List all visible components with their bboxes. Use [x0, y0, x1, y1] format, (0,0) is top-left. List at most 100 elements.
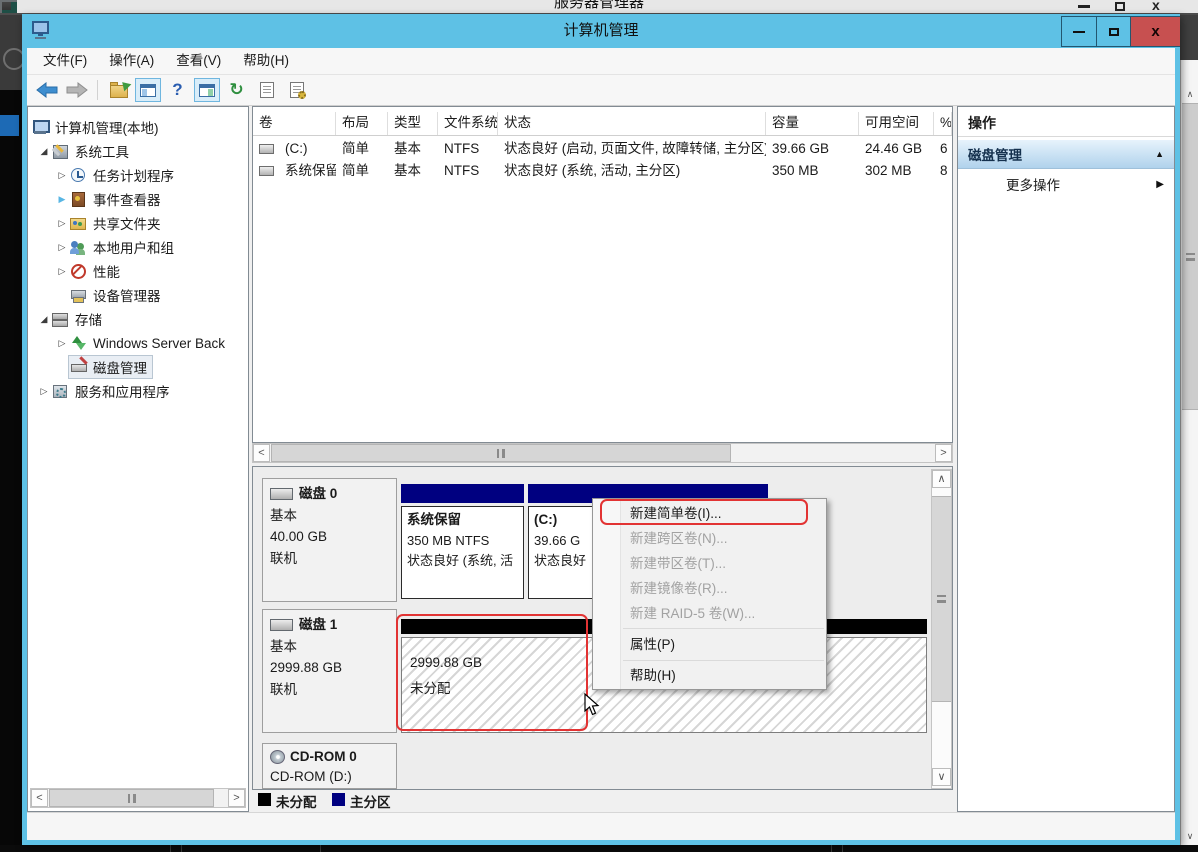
tree-item-shared-folders[interactable]: 共享文件夹: [28, 211, 247, 235]
disk1-size: 2999.88 GB: [270, 657, 396, 679]
expand-arrow-icon[interactable]: [54, 266, 70, 277]
menu-view[interactable]: 查看(V): [165, 48, 232, 74]
scroll-up-icon[interactable]: ∧: [932, 470, 951, 488]
volume-list-horizontal-scrollbar[interactable]: < >: [252, 443, 953, 463]
show-console-tree-icon[interactable]: [135, 78, 161, 102]
partition-system-reserved[interactable]: 系统保留 350 MB NTFS 状态良好 (系统, 活: [401, 506, 524, 599]
column-capacity[interactable]: 容量: [766, 112, 859, 135]
hard-disk-icon: [270, 488, 293, 500]
expand-arrow-icon[interactable]: [36, 386, 52, 397]
background-vertical-scrollbar[interactable]: ∧ ∨: [1180, 60, 1198, 845]
tree-item-disk-management[interactable]: 磁盘管理: [28, 355, 247, 379]
tree-item-system-tools[interactable]: 系统工具: [28, 139, 247, 163]
close-button[interactable]: x: [1130, 17, 1180, 46]
background-window-titlebar: 服务器管理器 x: [0, 0, 1198, 13]
column-percent[interactable]: %: [934, 112, 952, 135]
back-arrow-icon[interactable]: [33, 78, 60, 103]
scroll-down-icon[interactable]: ∨: [932, 768, 951, 786]
collapse-arrow-icon[interactable]: [36, 314, 52, 325]
expand-arrow-icon[interactable]: [54, 242, 70, 253]
scroll-left-icon[interactable]: <: [253, 444, 270, 462]
menu-item-new-striped-volume: 新建带区卷(T)...: [593, 551, 826, 576]
desktop: 服务器管理器 x ∧ ∨ 计算机管理 x: [0, 0, 1198, 852]
background-left-edge: [0, 15, 22, 90]
scrollbar-thumb[interactable]: [932, 496, 951, 702]
tree-item-windows-server-backup[interactable]: Windows Server Back: [28, 331, 247, 355]
properties-icon[interactable]: [253, 78, 280, 103]
export-list-icon[interactable]: [283, 78, 310, 103]
disk0-info[interactable]: 磁盘 0 基本 40.00 GB 联机: [262, 478, 397, 602]
cdrom-info[interactable]: CD-ROM 0 CD-ROM (D:): [262, 743, 397, 789]
menu-item-new-simple-volume[interactable]: 新建简单卷(I)...: [593, 501, 826, 526]
minimize-button[interactable]: [1062, 17, 1096, 46]
scroll-down-icon[interactable]: ∨: [1182, 826, 1198, 846]
menu-help[interactable]: 帮助(H): [232, 48, 300, 74]
menu-item-help[interactable]: 帮助(H): [593, 663, 826, 688]
expand-arrow-icon[interactable]: [54, 170, 70, 181]
background-close-button[interactable]: x: [1152, 0, 1160, 13]
tree-item-services-applications[interactable]: 服务和应用程序: [28, 379, 247, 403]
actions-section-disk-management[interactable]: 磁盘管理 ▲: [958, 140, 1174, 169]
disk0-size: 40.00 GB: [270, 526, 396, 548]
collapse-caret-icon[interactable]: ▲: [1155, 149, 1164, 159]
background-restore-button[interactable]: [1115, 2, 1125, 11]
column-free-space[interactable]: 可用空间: [859, 112, 934, 135]
background-minimize-button[interactable]: [1078, 5, 1090, 8]
tree-horizontal-scrollbar[interactable]: < >: [30, 788, 246, 808]
taskbar-edge: [0, 845, 1198, 852]
up-folder-icon[interactable]: [105, 78, 132, 103]
menu-item-new-mirrored-volume: 新建镜像卷(R)...: [593, 576, 826, 601]
toolbar: ? ↻: [27, 75, 1175, 106]
background-nav-selection: [0, 115, 19, 136]
column-status[interactable]: 状态: [498, 112, 766, 135]
expand-arrow-icon[interactable]: [54, 338, 70, 349]
tree-item-event-viewer[interactable]: 事件查看器: [28, 187, 247, 211]
unallocated-swatch: [258, 793, 271, 806]
tree-item-device-manager[interactable]: 设备管理器: [28, 283, 247, 307]
tree-item-performance[interactable]: 性能: [28, 259, 247, 283]
volume-icon: [259, 144, 274, 154]
cdrom-drive-letter: CD-ROM (D:): [270, 767, 396, 787]
tree-item-task-scheduler[interactable]: 任务计划程序: [28, 163, 247, 187]
disk-graph-vertical-scrollbar[interactable]: ∧ ∨: [931, 469, 952, 789]
volume-row-system-reserved[interactable]: 系统保留 简单 基本 NTFS 状态良好 (系统, 活动, 主分区) 350 M…: [253, 160, 952, 182]
volume-row-c[interactable]: (C:) 简单 基本 NTFS 状态良好 (启动, 页面文件, 故障转储, 主分…: [253, 138, 952, 160]
column-layout[interactable]: 布局: [336, 112, 388, 135]
column-filesystem[interactable]: 文件系统: [438, 112, 498, 135]
scroll-up-icon[interactable]: ∧: [1182, 84, 1198, 104]
scroll-left-icon[interactable]: <: [31, 789, 48, 807]
show-action-pane-icon[interactable]: [194, 78, 220, 102]
scrollbar-thumb[interactable]: [49, 789, 214, 807]
actions-header: 操作: [968, 113, 996, 133]
help-icon[interactable]: ?: [164, 78, 191, 103]
legend-unallocated-label: 未分配: [276, 791, 317, 811]
scrollbar-thumb[interactable]: [1182, 103, 1198, 410]
forward-arrow-icon[interactable]: [63, 78, 90, 103]
disk1-info[interactable]: 磁盘 1 基本 2999.88 GB 联机: [262, 609, 397, 733]
scroll-right-icon[interactable]: >: [935, 444, 952, 462]
tree-item-local-users-groups[interactable]: 本地用户和组: [28, 235, 247, 259]
task-scheduler-icon: [70, 167, 87, 183]
window-content: 文件(F) 操作(A) 查看(V) 帮助(H) ? ↻: [27, 48, 1175, 840]
tree-item-computer-management[interactable]: 计算机管理(本地): [28, 115, 247, 139]
console-tree-panel: 计算机管理(本地) 系统工具 任务计划程序 事件查看器: [27, 106, 249, 812]
maximize-button[interactable]: [1096, 17, 1130, 46]
server-manager-icon: [0, 0, 17, 13]
primary-partition-swatch: [332, 793, 345, 806]
more-actions-item[interactable]: 更多操作 ▶: [958, 171, 1174, 197]
scroll-right-icon[interactable]: >: [228, 789, 245, 807]
refresh-icon[interactable]: ↻: [223, 78, 250, 103]
scrollbar-thumb[interactable]: [271, 444, 731, 462]
window-titlebar[interactable]: 计算机管理 x: [22, 14, 1180, 48]
menu-action[interactable]: 操作(A): [98, 48, 165, 74]
expand-arrow-icon[interactable]: [54, 218, 70, 229]
disk-management-icon: [71, 359, 88, 375]
menu-item-properties[interactable]: 属性(P): [593, 631, 826, 658]
column-type[interactable]: 类型: [388, 112, 438, 135]
services-applications-icon: [52, 383, 69, 399]
column-volume[interactable]: 卷: [253, 112, 336, 135]
expand-arrow-icon[interactable]: [54, 194, 70, 205]
collapse-arrow-icon[interactable]: [36, 146, 52, 157]
tree-item-storage[interactable]: 存储: [28, 307, 247, 331]
menu-file[interactable]: 文件(F): [32, 48, 98, 74]
